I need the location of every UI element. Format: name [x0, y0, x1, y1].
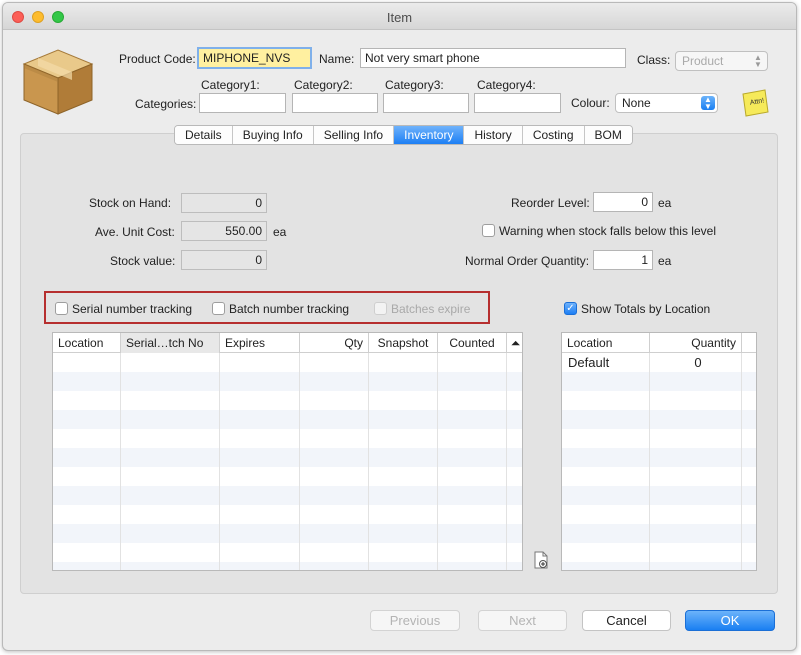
next-button[interactable]: Next: [478, 610, 567, 631]
col-qty[interactable]: Qty: [300, 333, 369, 353]
category3-label: Category3:: [385, 78, 444, 92]
reorder-level-field[interactable]: 0: [593, 192, 653, 212]
name-label: Name:: [319, 52, 355, 66]
updown-arrows-icon: ▲ ▼: [754, 53, 762, 69]
col-snapshot[interactable]: Snapshot: [369, 333, 438, 353]
location-totals-table[interactable]: Location Quantity Default 0: [561, 332, 757, 571]
location-cell[interactable]: Default: [568, 353, 609, 372]
stock-value-field: 0: [181, 250, 267, 270]
product-code-label: Product Code:: [119, 52, 196, 66]
col-counted[interactable]: Counted: [438, 333, 507, 353]
stock-on-hand-field: 0: [181, 193, 267, 213]
col-serial-batch-no[interactable]: Serial…tch No: [121, 333, 220, 353]
add-document-icon[interactable]: [533, 551, 549, 569]
colour-label: Colour:: [571, 96, 610, 110]
window-title: Item: [386, 10, 413, 25]
show-totals-label: Show Totals by Location: [581, 302, 711, 316]
batch-table[interactable]: Location Serial…tch No Expires Qty Snaps…: [52, 332, 523, 571]
serial-tracking-checkbox[interactable]: [55, 302, 68, 315]
class-select[interactable]: Product ▲ ▼: [675, 51, 768, 71]
class-select-value: Product: [682, 54, 724, 68]
stock-on-hand-label: Stock on Hand:: [89, 196, 172, 210]
stock-value-label: Stock value:: [110, 254, 176, 268]
serial-tracking-label: Serial number tracking: [72, 302, 193, 316]
avg-unit-cost-field: 550.00: [181, 221, 267, 241]
product-box-icon: [22, 49, 94, 115]
category2-field[interactable]: [292, 93, 378, 113]
quantity-cell[interactable]: 0: [650, 353, 736, 372]
tab-bom[interactable]: BOM: [584, 126, 632, 144]
tab-bar: Details Buying Info Selling Info Invento…: [174, 125, 633, 145]
product-code-field[interactable]: MIPHONE_NVS: [197, 47, 312, 69]
name-field[interactable]: Not very smart phone: [360, 48, 626, 68]
tab-inventory[interactable]: Inventory: [394, 126, 465, 144]
category4-label: Category4:: [477, 78, 536, 92]
warning-label: Warning when stock falls below this leve…: [499, 224, 716, 238]
batch-table-body: [53, 353, 522, 570]
tab-history[interactable]: History: [464, 126, 523, 144]
updown-arrows-icon: ▲ ▼: [701, 96, 715, 111]
batch-table-header: Location Serial…tch No Expires Qty Snaps…: [53, 333, 522, 353]
checkmark-icon: ✓: [566, 303, 575, 314]
reorder-level-unit: ea: [658, 196, 672, 210]
colour-select-value: None: [622, 96, 651, 110]
batches-expire-checkbox[interactable]: [374, 302, 387, 315]
categories-label: Categories:: [135, 97, 197, 111]
reorder-level-label: Reorder Level:: [511, 196, 590, 210]
tab-costing[interactable]: Costing: [522, 126, 585, 144]
location-table-header: Location Quantity: [562, 333, 756, 353]
col-quantity[interactable]: Quantity: [650, 333, 742, 353]
previous-button[interactable]: Previous: [370, 610, 460, 631]
category1-label: Category1:: [201, 78, 260, 92]
colour-select[interactable]: None ▲ ▼: [615, 93, 718, 113]
sort-up-icon[interactable]: ⏶: [507, 333, 522, 353]
show-totals-checkbox[interactable]: ✓: [564, 302, 577, 315]
normal-order-qty-unit: ea: [658, 254, 672, 268]
category2-label: Category2:: [294, 78, 353, 92]
col-location[interactable]: Location: [562, 333, 650, 353]
tab-buying-info[interactable]: Buying Info: [232, 126, 314, 144]
cancel-button[interactable]: Cancel: [582, 610, 671, 631]
location-table-body: [562, 353, 756, 570]
category4-field[interactable]: [474, 93, 561, 113]
avg-unit-cost-label: Ave. Unit Cost:: [95, 225, 175, 239]
col-expires[interactable]: Expires: [220, 333, 300, 353]
batch-tracking-label: Batch number tracking: [229, 302, 350, 316]
batch-tracking-checkbox[interactable]: [212, 302, 225, 315]
normal-order-qty-label: Normal Order Quantity:: [465, 254, 590, 268]
normal-order-qty-field[interactable]: 1: [593, 250, 653, 270]
col-location[interactable]: Location: [53, 333, 121, 353]
tab-details[interactable]: Details: [175, 126, 233, 144]
category3-field[interactable]: [383, 93, 469, 113]
sticky-note-icon[interactable]: Attn!: [740, 88, 770, 118]
batches-expire-label: Batches expire: [391, 302, 471, 316]
title-bar: Item: [3, 3, 796, 30]
ok-button[interactable]: OK: [685, 610, 775, 631]
category1-field[interactable]: [199, 93, 286, 113]
avg-unit-cost-unit: ea: [273, 225, 287, 239]
tab-selling-info[interactable]: Selling Info: [313, 126, 395, 144]
header-filler: [742, 333, 756, 353]
warning-checkbox[interactable]: [482, 224, 495, 237]
class-label: Class:: [637, 53, 671, 67]
